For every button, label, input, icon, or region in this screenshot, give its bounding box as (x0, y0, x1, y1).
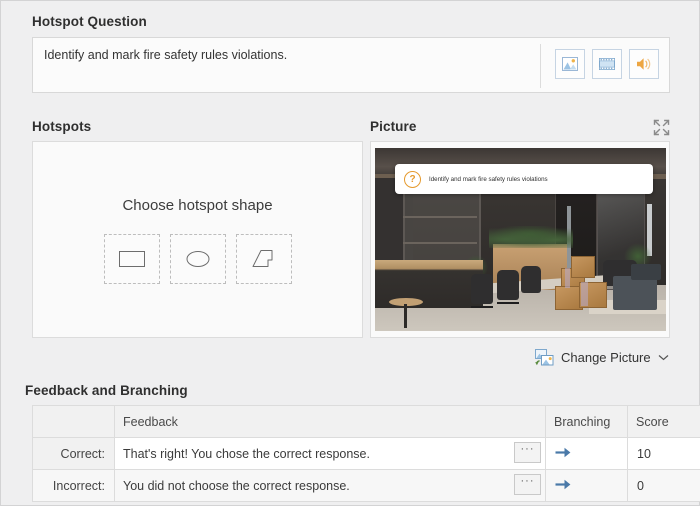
insert-video-button[interactable] (592, 49, 622, 79)
picture-heading: Picture (370, 119, 417, 134)
row-label-incorrect: Incorrect: (32, 469, 115, 502)
picture-thumbnail[interactable]: ? Identify and mark fire safety rules vi… (375, 148, 666, 331)
branching-cell-incorrect[interactable] (545, 469, 628, 502)
picture-panel: ? Identify and mark fire safety rules vi… (370, 141, 670, 338)
branch-arrow-icon[interactable] (555, 446, 571, 462)
column-header-branching: Branching (545, 405, 628, 438)
score-incorrect[interactable]: 0 (627, 469, 700, 502)
freeform-icon (252, 250, 272, 267)
expand-icon[interactable] (652, 118, 671, 137)
column-header-score: Score (627, 405, 700, 438)
feedback-branching-heading: Feedback and Branching (25, 383, 188, 398)
insert-image-button[interactable] (555, 49, 585, 79)
audio-icon (637, 58, 651, 70)
feedback-input-incorrect[interactable]: You did not choose the correct response.… (114, 469, 546, 502)
change-picture-label: Change Picture (561, 349, 651, 365)
table-row: Correct: That's right! You chose the cor… (32, 437, 700, 470)
media-divider (540, 44, 541, 88)
score-correct[interactable]: 10 (627, 437, 700, 470)
shape-ellipse-button[interactable] (169, 234, 226, 284)
video-icon (599, 58, 615, 70)
branching-cell-correct[interactable] (545, 437, 628, 470)
feedback-input-correct[interactable]: That's right! You chose the correct resp… (114, 437, 546, 470)
question-badge-icon: ? (404, 170, 421, 188)
table-header-row: Feedback Branching Score (32, 405, 700, 438)
ellipse-icon (186, 251, 209, 267)
feedback-more-button-incorrect[interactable]: ··· (514, 474, 541, 495)
column-header-feedback: Feedback (114, 405, 546, 438)
hotspots-heading: Hotspots (32, 119, 92, 134)
question-text-box[interactable]: Identify and mark fire safety rules viol… (32, 37, 670, 93)
change-picture-button[interactable]: Change Picture (535, 346, 669, 368)
shape-rectangle-button[interactable] (103, 234, 160, 284)
media-buttons-group (555, 49, 659, 79)
choose-shape-prompt: Choose hotspot shape (122, 197, 273, 214)
feedback-text-correct: That's right! You chose the correct resp… (123, 446, 370, 461)
table-row: Incorrect: You did not choose the correc… (32, 469, 700, 502)
feedback-text-incorrect: You did not choose the correct response. (123, 478, 350, 493)
question-text[interactable]: Identify and mark fire safety rules viol… (44, 48, 544, 62)
chevron-down-icon[interactable] (658, 350, 669, 364)
feedback-branching-table: Feedback Branching Score Correct: That's… (32, 405, 700, 502)
row-label-correct: Correct: (32, 437, 115, 470)
branch-arrow-icon[interactable] (555, 478, 571, 494)
picture-overlay-text: Identify and mark fire safety rules viol… (429, 175, 548, 183)
insert-audio-button[interactable] (629, 49, 659, 79)
shape-picker (33, 234, 362, 284)
column-header-blank (32, 405, 115, 438)
shape-freeform-button[interactable] (235, 234, 292, 284)
hotspot-question-heading: Hotspot Question (32, 14, 147, 29)
rectangle-icon (118, 251, 145, 267)
change-picture-icon (535, 348, 554, 365)
feedback-more-button-correct[interactable]: ··· (514, 442, 541, 463)
image-icon (562, 57, 578, 71)
hotspot-question-editor: Hotspot Question Identify and mark fire … (0, 0, 700, 506)
picture-overlay-banner: ? Identify and mark fire safety rules vi… (395, 164, 653, 194)
hotspots-panel: Choose hotspot shape (32, 141, 363, 338)
